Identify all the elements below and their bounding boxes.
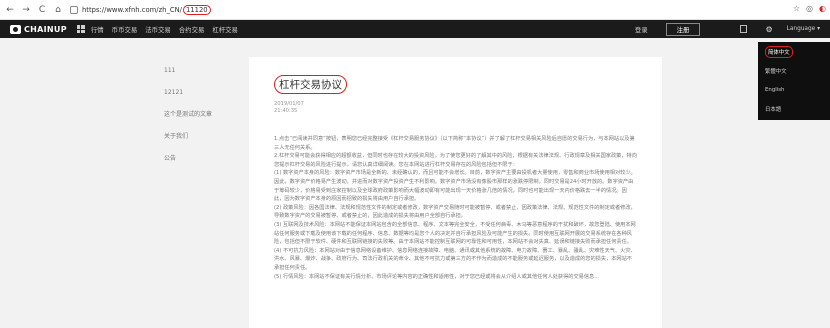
sidebar-item[interactable]: 111 [164, 66, 234, 88]
article-paragraph: 2.杠杆交易可能会获得相应的超额收益，但同时也存在较大的投资风险，为了使您更好的… [274, 153, 637, 168]
article-paragraph: (2) 政策风险：因各国法律、法规和规范性文件的制定或者修改，数字资产交易随时可… [274, 204, 636, 220]
browser-toolbar: ← → C ⌂ https://www.xfnh.com/zh_CN/ 1112… [0, 0, 830, 20]
article-paragraph: (1) 数字资产本身的风险：数字资产市场是全新的、未经确认的，而且可能不会增长。… [274, 170, 636, 203]
bookmark-star-icon[interactable]: ☆ [793, 4, 800, 13]
article-time: 21:40:35 [274, 108, 298, 114]
chainup-logo-icon [10, 24, 21, 34]
sidebar-item[interactable]: 关于我们 [164, 132, 234, 154]
url-base: https://www.xfnh.com/zh_CN/ [82, 6, 182, 14]
forward-icon[interactable]: → [20, 5, 32, 15]
sidebar-item[interactable]: 公告 [164, 154, 234, 176]
menu-item-contract[interactable]: 合约交易 [179, 25, 205, 34]
article-paragraph: (3) 互联网及技术风险：本网站不能保证本网站包含的全部信息、程序、文本等完全安… [274, 221, 636, 246]
home-icon[interactable]: ⌂ [52, 5, 64, 15]
article-paragraph: (5) 行情风险：本网站不保证有关行情分析、市场评论等内容的正确性和适用性，对于… [274, 273, 600, 280]
browser-extensions: ☆ ◎ ◐ [793, 4, 826, 13]
language-option-ja[interactable]: 日本語 [758, 99, 830, 118]
register-button[interactable]: 注册 [665, 22, 701, 36]
language-option-zh-cn[interactable]: 简体中文 [758, 42, 830, 61]
login-link[interactable]: 登录 [635, 25, 648, 34]
menu-item-market[interactable]: 行情 [91, 25, 104, 34]
language-option-zh-tw[interactable]: 繁體中文 [758, 61, 830, 80]
article-paragraph: 1.点击“已阅读并同意”按钮，表明您已经完整接受《杠杆交易服务协议》（以下简称“… [274, 136, 635, 151]
menu-item-margin[interactable]: 杠杆交易 [212, 25, 238, 34]
reload-icon[interactable]: C [36, 5, 48, 15]
article-panel: 杠杆交易协议 2019/01/07 21:40:35 1.点击“已阅读并同意”按… [249, 57, 662, 328]
site-header: CHAINUP 行情 币币交易 法币交易 合约交易 杠杆交易 登录 注册 ⚙ L… [0, 20, 830, 38]
article-paragraph: (4) 不可抗力风险：本网站对由于信息网络设备维护、信息网络连接故障、电脑、通讯… [274, 247, 636, 271]
site-logo[interactable]: CHAINUP [10, 24, 67, 34]
address-bar[interactable]: https://www.xfnh.com/zh_CN/ 11120 [70, 3, 211, 17]
article-date: 2019/01/07 [274, 101, 304, 107]
extension-icon[interactable]: ◎ [806, 4, 813, 13]
lock-icon [70, 6, 78, 14]
language-selector[interactable]: Language ▾ [787, 26, 820, 32]
apps-grid-icon[interactable] [76, 25, 85, 33]
language-dropdown: 简体中文 繁體中文 English 日本語 [758, 42, 830, 120]
url-article-id: 11120 [182, 5, 211, 15]
profile-icon[interactable]: ◐ [819, 4, 826, 13]
menu-item-otc[interactable]: 法币交易 [145, 25, 171, 34]
brand-name: CHAINUP [24, 24, 67, 34]
article-body: 1.点击“已阅读并同意”按钮，表明您已经完整接受《杠杆交易服务协议》（以下简称“… [274, 135, 637, 281]
sidebar-item[interactable]: 12121 [164, 88, 234, 110]
language-option-en[interactable]: English [758, 80, 830, 99]
orders-doc-icon[interactable] [740, 25, 748, 33]
menu-item-spot[interactable]: 币币交易 [112, 25, 138, 34]
back-icon[interactable]: ← [4, 5, 16, 15]
article-sidebar: 111 12121 这个是测试的文章 关于我们 公告 [164, 66, 234, 176]
gear-icon[interactable]: ⚙ [765, 25, 772, 34]
sidebar-item[interactable]: 这个是测试的文章 [164, 110, 234, 132]
main-menu: 行情 币币交易 法币交易 合约交易 杠杆交易 [91, 25, 238, 34]
header-actions: 登录 注册 ⚙ Language ▾ [635, 20, 830, 38]
article-title: 杠杆交易协议 [274, 75, 347, 94]
